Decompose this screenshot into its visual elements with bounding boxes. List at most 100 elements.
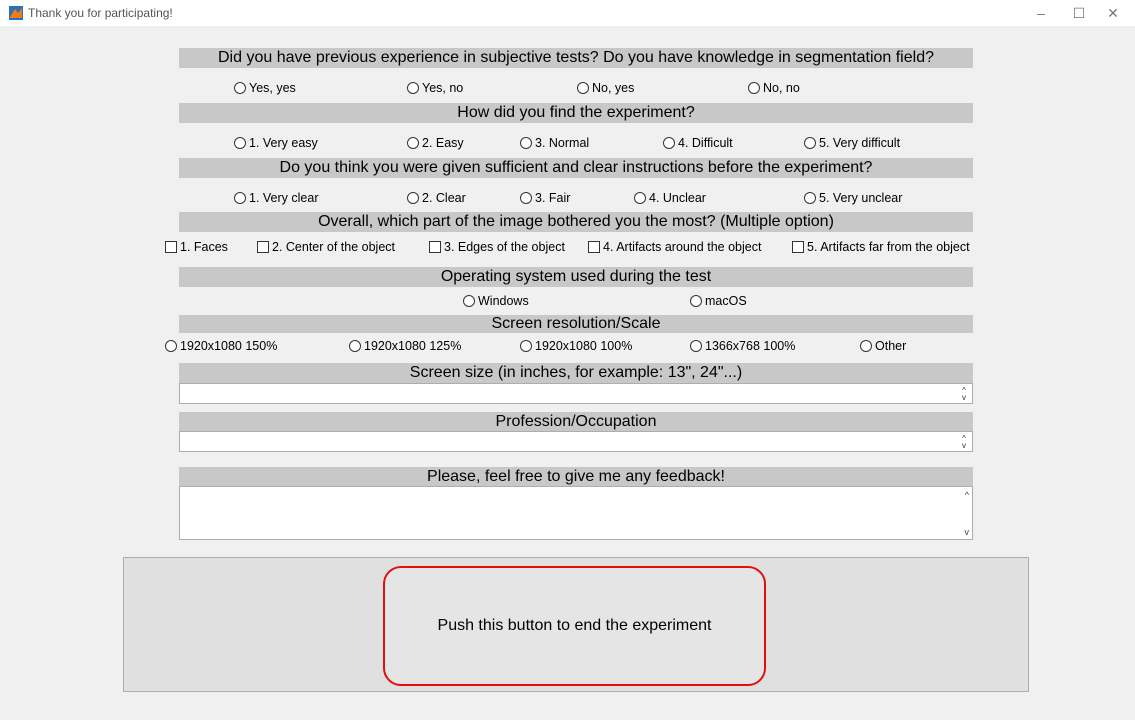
- question-resolution-header: Screen resolution/Scale: [179, 315, 973, 333]
- checkbox-label: 1. Faces: [180, 240, 228, 254]
- radio-yes-yes[interactable]: Yes, yes: [234, 80, 296, 96]
- spinner-arrows-icon[interactable]: ^ v: [958, 435, 970, 450]
- radio-circle-icon[interactable]: [407, 82, 419, 94]
- end-experiment-button[interactable]: Push this button to end the experiment: [383, 566, 766, 686]
- question-feedback-header: Please, feel free to give me any feedbac…: [179, 467, 973, 487]
- checkbox-box-icon[interactable]: [165, 241, 177, 253]
- question-instructions-header: Do you think you were given sufficient a…: [179, 158, 973, 178]
- radio-circle-icon[interactable]: [860, 340, 872, 352]
- radio-circle-icon[interactable]: [234, 82, 246, 94]
- radio-yes-no[interactable]: Yes, no: [407, 80, 463, 96]
- radio-label: 3. Fair: [535, 191, 571, 205]
- checkbox-faces[interactable]: 1. Faces: [165, 239, 228, 255]
- radio-circle-icon[interactable]: [577, 82, 589, 94]
- radio-1366-100[interactable]: 1366x768 100%: [690, 338, 795, 354]
- radio-circle-icon[interactable]: [804, 137, 816, 149]
- radio-label: No, yes: [592, 81, 635, 95]
- radio-unclear[interactable]: 4. Unclear: [634, 190, 706, 206]
- radio-easy[interactable]: 2. Easy: [407, 135, 464, 151]
- radio-circle-icon[interactable]: [520, 137, 532, 149]
- radio-circle-icon[interactable]: [690, 295, 702, 307]
- profession-input[interactable]: ^ v: [179, 431, 973, 452]
- radio-label: Other: [875, 339, 907, 353]
- radio-difficult[interactable]: 4. Difficult: [663, 135, 733, 151]
- radio-label: 1. Very easy: [249, 136, 318, 150]
- radio-normal[interactable]: 3. Normal: [520, 135, 589, 151]
- radio-very-easy[interactable]: 1. Very easy: [234, 135, 318, 151]
- radio-very-unclear[interactable]: 5. Very unclear: [804, 190, 902, 206]
- checkbox-box-icon[interactable]: [429, 241, 441, 253]
- close-button[interactable]: ✕: [1098, 2, 1128, 24]
- radio-circle-icon[interactable]: [463, 295, 475, 307]
- checkbox-artifacts-around[interactable]: 4. Artifacts around the object: [588, 239, 761, 255]
- radio-label: 4. Difficult: [678, 136, 733, 150]
- checkbox-box-icon[interactable]: [792, 241, 804, 253]
- radio-circle-icon[interactable]: [407, 137, 419, 149]
- checkbox-label: 4. Artifacts around the object: [603, 240, 762, 254]
- radio-clear[interactable]: 2. Clear: [407, 190, 466, 206]
- question-profession-header: Profession/Occupation: [179, 412, 973, 432]
- question-experience-header: Did you have previous experience in subj…: [179, 48, 973, 68]
- radio-circle-icon[interactable]: [349, 340, 361, 352]
- radio-circle-icon[interactable]: [234, 192, 246, 204]
- checkbox-artifacts-far[interactable]: 5. Artifacts far from the object: [792, 239, 970, 255]
- radio-circle-icon[interactable]: [690, 340, 702, 352]
- radio-1920-100[interactable]: 1920x1080 100%: [520, 338, 632, 354]
- checkbox-center[interactable]: 2. Center of the object: [257, 239, 395, 255]
- spinner-arrows-icon[interactable]: ^ v: [958, 387, 970, 402]
- radio-label: 1920x1080 100%: [535, 339, 633, 353]
- radio-1920-150[interactable]: 1920x1080 150%: [165, 338, 277, 354]
- question-os-header: Operating system used during the test: [179, 267, 973, 287]
- radio-label: Windows: [478, 294, 529, 308]
- radio-very-clear[interactable]: 1. Very clear: [234, 190, 318, 206]
- radio-label: Yes, no: [422, 81, 464, 95]
- radio-label: 2. Clear: [422, 191, 466, 205]
- scroll-up-icon[interactable]: ^: [965, 490, 969, 500]
- radio-circle-icon[interactable]: [748, 82, 760, 94]
- radio-circle-icon[interactable]: [520, 192, 532, 204]
- checkbox-label: 5. Artifacts far from the object: [807, 240, 970, 254]
- question-image-part-header: Overall, which part of the image bothere…: [179, 212, 973, 232]
- title-bar: Thank you for participating! – ☐ ✕: [0, 0, 1135, 26]
- radio-very-difficult[interactable]: 5. Very difficult: [804, 135, 900, 151]
- radio-no-yes[interactable]: No, yes: [577, 80, 634, 96]
- matlab-icon: [9, 6, 23, 20]
- question-difficulty-header: How did you find the experiment?: [179, 103, 973, 123]
- radio-fair[interactable]: 3. Fair: [520, 190, 570, 206]
- scroll-down-icon[interactable]: v: [965, 527, 970, 537]
- radio-label: No, no: [763, 81, 800, 95]
- radio-label: Yes, yes: [249, 81, 296, 95]
- radio-label: 5. Very unclear: [819, 191, 903, 205]
- radio-label: 4. Unclear: [649, 191, 706, 205]
- radio-other[interactable]: Other: [860, 338, 906, 354]
- maximize-button[interactable]: ☐: [1064, 2, 1094, 24]
- checkbox-box-icon[interactable]: [257, 241, 269, 253]
- radio-circle-icon[interactable]: [407, 192, 419, 204]
- question-screen-size-header: Screen size (in inches, for example: 13"…: [179, 363, 973, 383]
- radio-label: 5. Very difficult: [819, 136, 901, 150]
- checkbox-edges[interactable]: 3. Edges of the object: [429, 239, 565, 255]
- screen-size-input[interactable]: ^ v: [179, 383, 973, 404]
- window-title: Thank you for participating!: [28, 6, 173, 20]
- radio-circle-icon[interactable]: [804, 192, 816, 204]
- radio-label: 1920x1080 150%: [180, 339, 278, 353]
- radio-label: 1. Very clear: [249, 191, 319, 205]
- feedback-textarea[interactable]: ^ v: [179, 486, 973, 540]
- radio-no-no[interactable]: No, no: [748, 80, 800, 96]
- radio-label: 2. Easy: [422, 136, 464, 150]
- radio-macos[interactable]: macOS: [690, 293, 747, 309]
- radio-circle-icon[interactable]: [234, 137, 246, 149]
- radio-1920-125[interactable]: 1920x1080 125%: [349, 338, 461, 354]
- radio-circle-icon[interactable]: [634, 192, 646, 204]
- radio-label: 1366x768 100%: [705, 339, 796, 353]
- checkbox-label: 2. Center of the object: [272, 240, 395, 254]
- radio-windows[interactable]: Windows: [463, 293, 529, 309]
- radio-circle-icon[interactable]: [663, 137, 675, 149]
- radio-circle-icon[interactable]: [520, 340, 532, 352]
- end-experiment-label: Push this button to end the experiment: [437, 617, 712, 634]
- minimize-button[interactable]: –: [1026, 2, 1056, 24]
- checkbox-box-icon[interactable]: [588, 241, 600, 253]
- radio-circle-icon[interactable]: [165, 340, 177, 352]
- radio-label: macOS: [705, 294, 747, 308]
- radio-label: 1920x1080 125%: [364, 339, 462, 353]
